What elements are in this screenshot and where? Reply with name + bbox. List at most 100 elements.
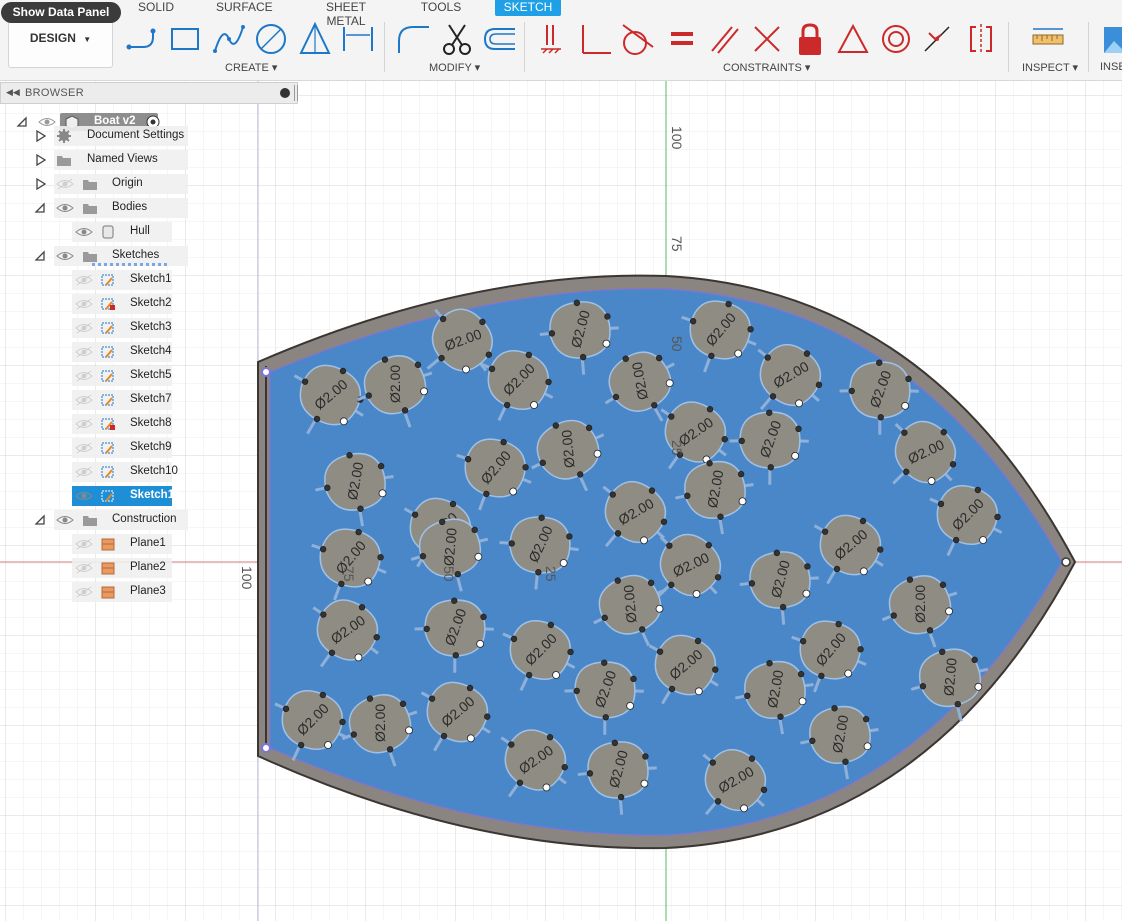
- offset-icon[interactable]: [480, 20, 518, 58]
- hole-diameter-dimension[interactable]: Ø2.00: [558, 429, 577, 469]
- perpendicular-icon[interactable]: [576, 20, 614, 58]
- visibility-eye-icon[interactable]: [75, 442, 93, 454]
- symmetry-icon[interactable]: [962, 20, 1000, 58]
- design-workspace-button[interactable]: DESIGN ▼: [8, 19, 113, 68]
- trim-scissors-icon[interactable]: [438, 20, 476, 58]
- tree-row-sketch10[interactable]: Sketch10: [0, 462, 200, 482]
- tree-row-plane3[interactable]: Plane3: [0, 582, 200, 602]
- sketch-point[interactable]: [559, 559, 568, 567]
- collapse-triangle-icon[interactable]: [34, 514, 46, 526]
- tangent-icon[interactable]: [618, 20, 656, 58]
- visibility-eye-icon[interactable]: [75, 274, 93, 286]
- tree-row-label: Bodies: [112, 201, 148, 213]
- corner-point-bottom[interactable]: [261, 743, 271, 753]
- coincident-icon[interactable]: [532, 20, 570, 58]
- visibility-eye-icon[interactable]: [75, 562, 93, 574]
- tree-row-sketch5[interactable]: Sketch5: [0, 366, 200, 386]
- bow-point[interactable]: [1061, 557, 1071, 567]
- constraints-menu[interactable]: CONSTRAINTS ▾: [723, 61, 810, 74]
- visibility-eye-icon[interactable]: [75, 418, 93, 430]
- tree-row-sketch11[interactable]: Sketch11: [0, 486, 200, 506]
- hole-diameter-dimension[interactable]: Ø2.00: [940, 657, 959, 697]
- visibility-eye-icon[interactable]: [75, 394, 93, 406]
- concentric-icon[interactable]: [877, 20, 915, 58]
- tree-row-sketch2[interactable]: Sketch2: [0, 294, 200, 314]
- visibility-eye-icon[interactable]: [75, 538, 93, 550]
- minimize-browser-icon[interactable]: [280, 88, 290, 98]
- tree-row-bodies[interactable]: Bodies: [0, 198, 200, 218]
- tree-row-sketch9[interactable]: Sketch9: [0, 438, 200, 458]
- fillet-icon[interactable]: [394, 20, 432, 58]
- parallel-icon[interactable]: [705, 20, 743, 58]
- plane-icon: [101, 562, 115, 575]
- tab-surface[interactable]: SURFACE: [216, 0, 273, 16]
- fix-lock-icon[interactable]: [791, 20, 829, 58]
- visibility-eye-icon[interactable]: [56, 250, 74, 262]
- insert-menu[interactable]: INSE: [1100, 61, 1122, 73]
- tree-row-document-settings[interactable]: Document Settings: [0, 126, 200, 146]
- expand-triangle-icon[interactable]: [35, 154, 47, 166]
- hole-diameter-dimension[interactable]: Ø2.00: [912, 585, 928, 623]
- collapse-triangle-icon[interactable]: [34, 250, 46, 262]
- visibility-eye-icon[interactable]: [75, 298, 93, 310]
- tree-row-sketches[interactable]: Sketches: [0, 246, 200, 266]
- insert-image-icon[interactable]: [1100, 20, 1122, 58]
- visibility-eye-icon[interactable]: [75, 586, 93, 598]
- visibility-eye-icon[interactable]: [75, 346, 93, 358]
- expand-triangle-icon[interactable]: [35, 130, 47, 142]
- rectangle-icon[interactable]: [166, 20, 204, 58]
- triangle-polygon-icon[interactable]: [296, 20, 334, 58]
- tree-row-label: Document Settings: [87, 129, 185, 141]
- tab-solid[interactable]: SOLID: [138, 0, 174, 16]
- collapse-triangle-icon[interactable]: [34, 202, 46, 214]
- tree-row-origin[interactable]: Origin: [0, 174, 200, 194]
- tab-sketch[interactable]: SKETCH: [495, 0, 561, 16]
- tree-row-sketch8[interactable]: Sketch8: [0, 414, 200, 434]
- tree-row-plane1[interactable]: Plane1: [0, 534, 200, 554]
- hole-diameter-dimension[interactable]: Ø2.00: [387, 365, 403, 403]
- tree-row-named-views[interactable]: Named Views: [0, 150, 200, 170]
- visibility-eye-icon[interactable]: [75, 226, 93, 238]
- triangle-icon[interactable]: [834, 20, 872, 58]
- sketch-point[interactable]: [508, 540, 515, 547]
- tree-row-sketch3[interactable]: Sketch3: [0, 318, 200, 338]
- tree-row-label: Sketches: [112, 249, 160, 261]
- resize-handle[interactable]: [294, 85, 298, 101]
- inspect-menu[interactable]: INSPECT ▾: [1022, 61, 1078, 74]
- visibility-eye-icon[interactable]: [75, 322, 93, 334]
- perpendicular-lines-icon[interactable]: [748, 20, 786, 58]
- hole-diameter-dimension[interactable]: Ø2.00: [440, 527, 459, 567]
- tree-row-sketch1[interactable]: Sketch1: [0, 270, 200, 290]
- modify-menu[interactable]: MODIFY ▾: [429, 61, 480, 74]
- equal-icon[interactable]: [662, 20, 700, 58]
- create-menu[interactable]: CREATE ▾: [225, 61, 277, 74]
- visibility-eye-icon[interactable]: [56, 202, 74, 214]
- line-icon[interactable]: [124, 20, 162, 58]
- collapse-browser-icon[interactable]: ◀◀: [6, 87, 20, 98]
- visibility-eye-icon[interactable]: [75, 490, 93, 502]
- visibility-eye-icon[interactable]: [56, 514, 74, 526]
- measure-icon[interactable]: [1029, 20, 1067, 58]
- tree-row-plane2[interactable]: Plane2: [0, 558, 200, 578]
- sketch-point[interactable]: [538, 514, 545, 521]
- corner-point-top[interactable]: [261, 367, 271, 377]
- expand-triangle-icon[interactable]: [35, 178, 47, 190]
- visibility-eye-icon[interactable]: [56, 178, 74, 190]
- tab-sheet-metal[interactable]: SHEET METAL: [308, 0, 384, 28]
- visibility-eye-icon[interactable]: [75, 466, 93, 478]
- circle-icon[interactable]: [252, 20, 290, 58]
- tree-row-construction[interactable]: Construction: [0, 510, 200, 530]
- hole-diameter-dimension[interactable]: Ø2.00: [620, 584, 639, 624]
- spline-icon[interactable]: [210, 20, 248, 58]
- hole-diameter-dimension[interactable]: Ø2.00: [372, 704, 388, 742]
- show-data-panel-button[interactable]: Show Data Panel: [1, 2, 121, 23]
- tree-row-sketch7[interactable]: Sketch7: [0, 390, 200, 410]
- dimension-icon[interactable]: [339, 20, 377, 58]
- tree-row-hull[interactable]: Hull: [0, 222, 200, 242]
- sketch-point[interactable]: [566, 533, 573, 540]
- tab-tools[interactable]: TOOLS: [420, 0, 462, 16]
- tree-row-sketch4[interactable]: Sketch4: [0, 342, 200, 362]
- sketch-point[interactable]: [535, 569, 542, 576]
- midpoint-icon[interactable]: [918, 20, 956, 58]
- visibility-eye-icon[interactable]: [75, 370, 93, 382]
